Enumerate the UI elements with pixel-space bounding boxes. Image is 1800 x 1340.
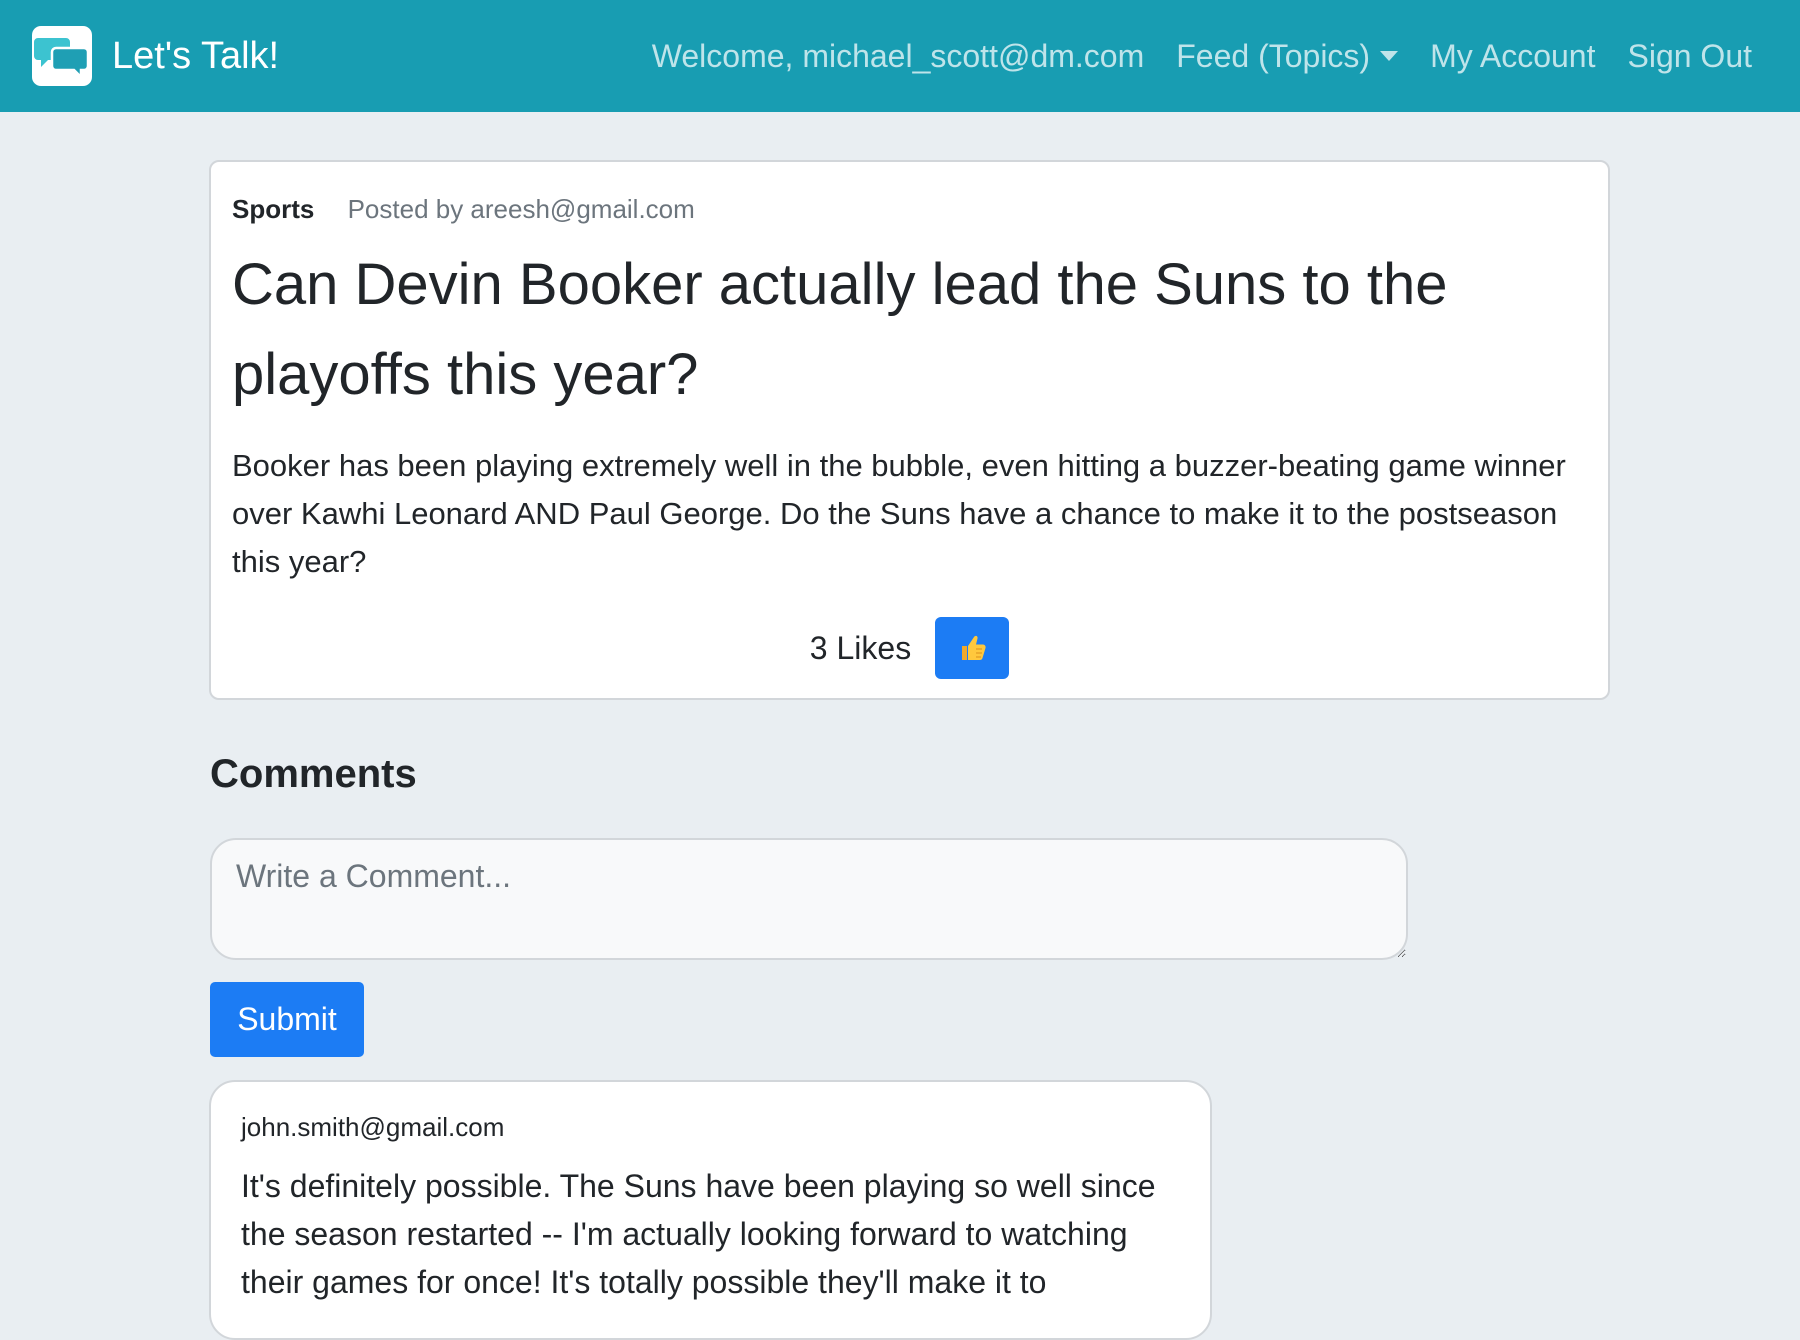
post-title: Can Devin Booker actually lead the Suns … <box>232 252 1448 407</box>
comments-heading: Comments <box>210 752 417 796</box>
top-navbar: Let's Talk! Welcome, michael_scott@dm.co… <box>0 0 1800 112</box>
sign-out-link[interactable]: Sign Out <box>1627 32 1752 80</box>
likes-count: 3 Likes <box>809 629 912 666</box>
feed-topics-dropdown[interactable]: Feed (Topics) <box>1176 32 1399 80</box>
feed-topics-label: Feed (Topics) <box>1176 38 1371 74</box>
welcome-text[interactable]: Welcome, michael_scott@dm.com <box>652 32 1144 80</box>
comment-text: It's definitely possible. The Suns have … <box>241 1168 1156 1300</box>
post-body: Booker has been playing extremely well i… <box>232 448 1566 579</box>
comment-card: john.smith@gmail.com It's definitely pos… <box>209 1080 1212 1340</box>
my-account-link[interactable]: My Account <box>1430 32 1595 80</box>
post-author: Posted by areesh@gmail.com <box>347 194 695 224</box>
post-meta: Sports Posted by areesh@gmail.com <box>232 194 695 225</box>
nav-links: Welcome, michael_scott@dm.com Feed (Topi… <box>652 32 1752 80</box>
comment-input[interactable] <box>210 838 1408 960</box>
comment-author: john.smith@gmail.com <box>241 1112 505 1142</box>
post-topic: Sports <box>232 194 315 224</box>
thumbs-up-icon <box>962 635 986 660</box>
caret-down-icon <box>1380 51 1399 61</box>
like-button[interactable] <box>935 617 1010 679</box>
likes-row: 3 Likes <box>211 617 1608 679</box>
brand-name[interactable]: Let's Talk! <box>112 32 279 80</box>
submit-button[interactable]: Submit <box>210 982 364 1057</box>
post-card: Sports Posted by areesh@gmail.com Can De… <box>209 160 1610 700</box>
chat-bubbles-logo-icon[interactable] <box>32 26 92 86</box>
